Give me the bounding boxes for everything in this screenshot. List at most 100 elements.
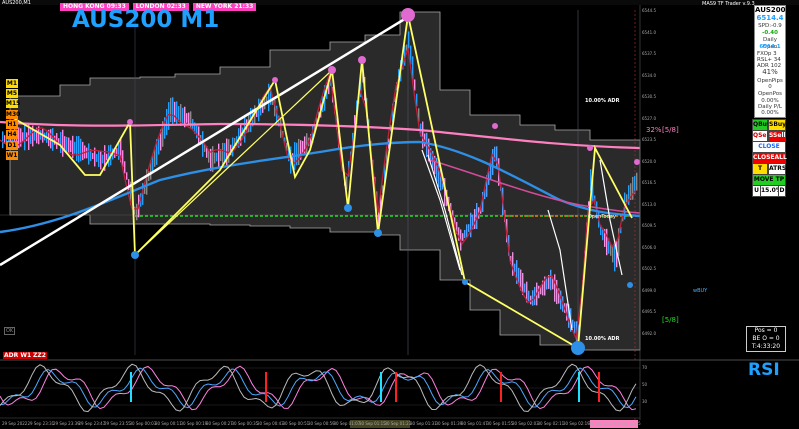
tf-h1-button[interactable]: H1 [6,120,18,129]
lot-size-input[interactable]: 15.0% [760,185,782,197]
rsi-spike [265,372,267,402]
candle [474,209,476,229]
candle [556,279,558,305]
tf-m30-button[interactable]: M30 [6,110,20,119]
time-tick: 30 Sep 02:19 [563,421,590,426]
time-tick: 30 Sep 01:47 [461,421,488,426]
candle [528,290,530,302]
candle [88,143,90,165]
candle [124,161,126,174]
time-tick: 30 Sep 01:31 [410,421,437,426]
panel-open-pos-label: OpenPos [757,91,783,97]
candle [216,152,218,162]
time-tick: 30 Sep 00:11 [155,421,182,426]
price-tick: 6492.0 [642,330,656,336]
candle [92,152,94,160]
candle [462,233,464,241]
candle [34,130,36,141]
tf-m15-button[interactable]: M15 [6,99,20,108]
chart-window[interactable]: AUS200,M1 HONG KONG 09:33 LONDON 02:33 N… [0,0,799,429]
time-tick: 30 Sep 02:03 [512,421,539,426]
bracket-bottom: [5/8] [662,316,679,324]
candle [172,97,174,125]
candle [546,278,548,290]
breakeven: BE O = 0 [752,335,780,342]
candle [574,321,576,334]
candle [86,147,88,159]
rsi-tick: 50 [642,382,648,387]
candle [80,138,82,162]
price-tick: 6537.5 [642,51,656,56]
candle [2,131,4,149]
candle [196,125,198,139]
price-tick: 6495.5 [642,309,656,314]
candle [70,140,72,153]
time-tick: 30 Sep 01:23 [384,421,412,426]
candle [78,136,80,163]
price-tick: 6502.5 [642,266,656,271]
lot-down-button[interactable]: D [778,185,786,197]
time-tick: 30 Sep 01:39 [435,421,463,426]
candle [214,152,216,164]
candle [202,131,204,157]
tf-m5-button[interactable]: M5 [6,89,18,98]
price-chart[interactable] [0,0,799,429]
rsi-tick: 30 [642,399,648,404]
candle [76,136,78,161]
symbol-label: AUS200,M1 [2,0,31,6]
candle [550,269,552,291]
panel-change: -0.40 [762,30,778,36]
candle [186,113,188,123]
candle [66,136,68,153]
candle [492,149,494,175]
candle [466,224,468,238]
chart-title: AUS200 M1 [72,7,220,33]
candle [626,194,628,203]
position-info-box: Pos = 0 BE O = 0 T:4:33:20 [746,326,786,352]
candle [96,154,98,162]
candle [74,141,76,154]
candle [298,138,300,166]
timer: T:4:33:20 [751,343,781,350]
candle [62,129,64,157]
open-today-label: OpenToday [588,214,616,220]
time-tick: 30 Sep 00:35 [231,421,259,426]
candle [532,290,534,306]
tf-w1-button[interactable]: W1 [6,151,18,160]
candle [136,203,138,221]
candle [572,319,574,328]
rsi-spike [380,372,382,402]
tf-d1-button[interactable]: D1 [6,141,18,150]
pct-label: 32% [646,126,662,134]
candle [158,137,160,155]
candle [470,212,472,238]
price-tick: 6520.0 [642,158,656,164]
candle [632,176,634,200]
price-tick: 6527.0 [642,115,656,121]
time-tick: 30 Sep 00:27 [206,421,233,426]
price-tick: 6499.0 [642,287,656,293]
candle [554,274,556,302]
adr-channel [9,11,641,351]
tf-h4-button[interactable]: H4 [6,130,18,139]
adr-w1-tag[interactable]: ADR W1 [3,352,33,359]
time-tick: 29 Sep 2022 [2,421,28,426]
time-tick: 29 Sep 23:31 [27,421,55,426]
time-tick: 30 Sep 00:59 [308,421,335,426]
time-tick: 30 Sep 01:15 [359,421,386,426]
candle [174,101,176,123]
candle [464,229,466,239]
candle [304,136,306,156]
time-tick: 29 Sep 23:39 [53,421,80,426]
candle [468,224,470,232]
price-tick: 6530.5 [642,94,656,99]
zz-tag[interactable]: ZZ2 [32,352,47,359]
tf-m1-button[interactable]: M1 [6,79,18,88]
candle [422,121,424,149]
candle [98,150,100,168]
candle [68,137,70,154]
candle [414,79,416,91]
candle [222,142,224,166]
candle [228,139,230,163]
candle [126,172,128,180]
